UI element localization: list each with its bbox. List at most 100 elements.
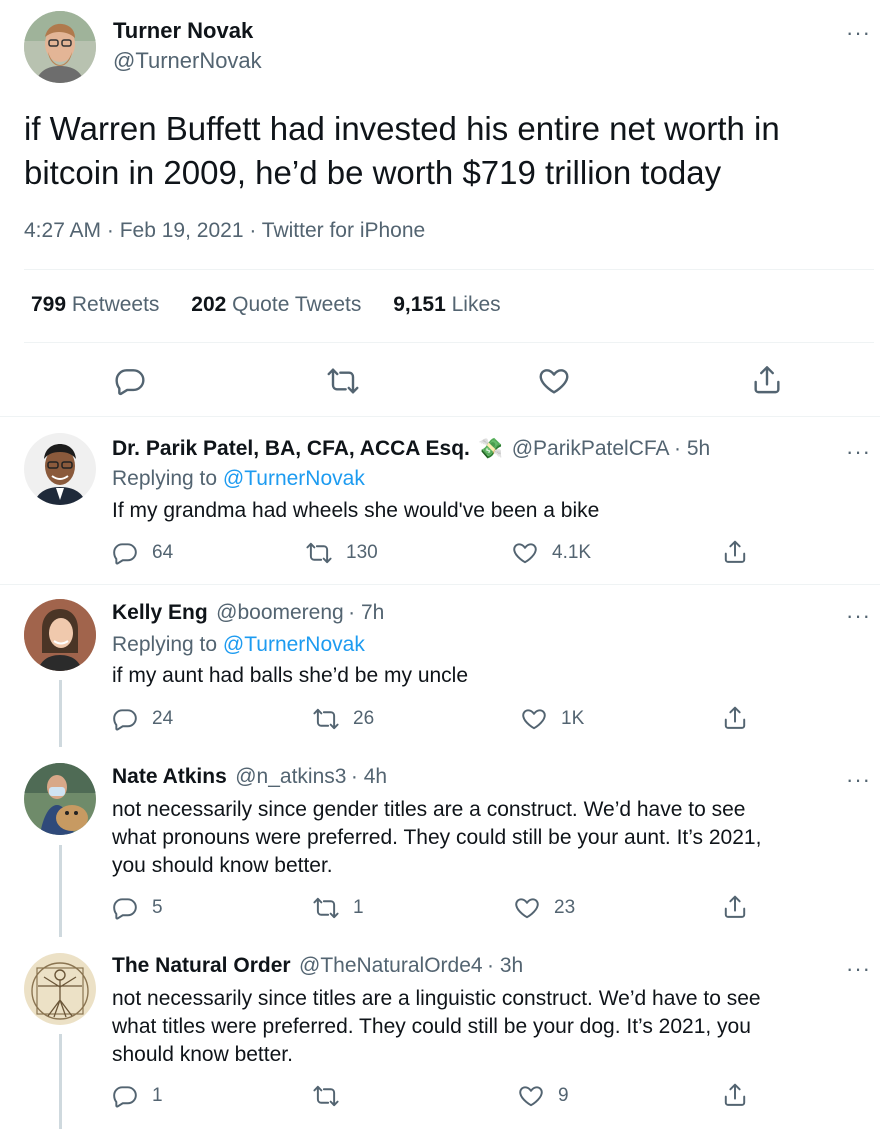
tweet-source[interactable]: Twitter for iPhone — [262, 219, 425, 242]
share-button[interactable] — [722, 539, 748, 565]
retweets-stat[interactable]: 799 Retweets — [31, 293, 159, 316]
like-button[interactable]: 9 — [518, 1083, 569, 1109]
quotes-count: 202 — [191, 293, 227, 316]
reply-button[interactable]: 64 — [112, 540, 173, 566]
author-handle[interactable]: @TurnerNovak — [113, 48, 262, 74]
tweet-text-line: bitcoin in 2009, he’d be worth $719 tril… — [24, 154, 722, 191]
more-options-icon[interactable]: ··· — [846, 958, 871, 980]
thread-line — [59, 1034, 62, 1129]
thread-line — [59, 845, 62, 937]
tweet-time[interactable]: 4:27 AM — [24, 219, 101, 242]
reply-author-name[interactable]: Dr. Parik Patel, BA, CFA, ACCA Esq. — [112, 437, 470, 460]
like-button[interactable]: 23 — [514, 895, 575, 921]
reply-author-name[interactable]: Nate Atkins — [112, 765, 227, 788]
avatar[interactable] — [24, 433, 96, 505]
avatar[interactable] — [24, 11, 96, 83]
reply-button[interactable] — [114, 365, 146, 397]
like-count: 23 — [554, 897, 576, 918]
more-options-icon[interactable]: ··· — [846, 605, 871, 627]
share-button[interactable] — [751, 364, 783, 396]
like-count: 1K — [561, 708, 585, 729]
reply-author-name[interactable]: Kelly Eng — [112, 601, 208, 624]
divider — [24, 269, 874, 270]
thread-line — [59, 680, 62, 747]
reply-icon — [112, 540, 138, 566]
retweet-icon — [306, 540, 332, 566]
reply-author-handle[interactable]: @ParikPatelCFA — [512, 437, 670, 460]
reply-count: 5 — [152, 897, 163, 918]
share-button[interactable] — [722, 705, 748, 731]
retweet-button[interactable]: 130 — [306, 540, 378, 566]
retweet-icon — [313, 706, 339, 732]
like-button[interactable]: 1K — [521, 706, 584, 732]
reply-time[interactable]: · 3h — [487, 954, 523, 977]
reply-button[interactable]: 5 — [112, 895, 163, 921]
retweet-button[interactable] — [313, 1083, 353, 1109]
retweet-button[interactable]: 1 — [313, 895, 364, 921]
reply-icon — [112, 1083, 138, 1109]
likes-stat[interactable]: 9,151 Likes — [393, 293, 500, 316]
retweet-icon — [313, 895, 339, 921]
reply-time[interactable]: · 5h — [674, 437, 710, 460]
like-count: 4.1K — [552, 542, 592, 563]
retweet-button[interactable]: 26 — [313, 706, 374, 732]
replying-to-link[interactable]: @TurnerNovak — [223, 467, 365, 490]
reply-count: 1 — [152, 1085, 163, 1106]
reply-icon — [114, 365, 146, 397]
avatar[interactable] — [24, 953, 96, 1025]
retweets-count: 799 — [31, 293, 67, 316]
like-icon — [514, 895, 540, 921]
reply-author-name[interactable]: The Natural Order — [112, 954, 291, 977]
more-options-icon[interactable]: ··· — [846, 22, 871, 44]
more-options-icon[interactable]: ··· — [846, 441, 871, 463]
money-emoji-icon: 💸 — [478, 438, 504, 460]
likes-label: Likes — [451, 293, 501, 316]
tweet-date[interactable]: Feb 19, 2021 — [120, 219, 244, 242]
share-button[interactable] — [722, 1082, 748, 1108]
reply-count: 64 — [152, 542, 174, 563]
divider — [0, 416, 880, 417]
divider — [0, 584, 880, 585]
tweet-text: if Warren Buffett had invested his entir… — [24, 107, 780, 195]
replying-to-link[interactable]: @TurnerNovak — [223, 633, 365, 656]
replying-to: Replying to @TurnerNovak — [112, 633, 365, 657]
reply-text: not necessarily since titles are a lingu… — [112, 985, 761, 1069]
retweet-count: 26 — [353, 708, 375, 729]
replying-label: Replying to — [112, 467, 218, 490]
reply-time[interactable]: · 7h — [348, 601, 384, 624]
reply-author-handle[interactable]: @boomereng — [216, 601, 344, 624]
author-name[interactable]: Turner Novak — [113, 18, 253, 44]
like-count: 9 — [558, 1085, 569, 1106]
share-icon — [722, 539, 748, 565]
reply-author-handle[interactable]: @n_atkins3 — [235, 765, 346, 788]
like-icon — [512, 540, 538, 566]
reply-text: not necessarily since gender titles are … — [112, 796, 761, 880]
avatar[interactable] — [24, 599, 96, 671]
share-icon — [722, 894, 748, 920]
reply-header: The Natural Order @TheNaturalOrde4 · 3h — [112, 954, 523, 978]
tweet-stats: 799 Retweets 202 Quote Tweets 9,151 Like… — [31, 293, 501, 317]
quotes-stat[interactable]: 202 Quote Tweets — [191, 293, 361, 316]
like-icon — [538, 365, 570, 397]
reply-time[interactable]: · 4h — [351, 765, 387, 788]
share-icon — [751, 364, 783, 396]
reply-header: Dr. Parik Patel, BA, CFA, ACCA Esq. 💸 @P… — [112, 436, 710, 461]
share-button[interactable] — [722, 894, 748, 920]
avatar[interactable] — [24, 763, 96, 835]
like-button[interactable] — [538, 365, 570, 397]
reply-text-line: not necessarily since gender titles are … — [112, 798, 746, 821]
more-options-icon[interactable]: ··· — [846, 769, 871, 791]
reply-button[interactable]: 24 — [112, 706, 173, 732]
retweet-button[interactable] — [327, 365, 359, 397]
reply-button[interactable]: 1 — [112, 1083, 163, 1109]
reply-icon — [112, 706, 138, 732]
separator: · — [243, 219, 262, 242]
reply-text-line: what titles were preferred. They could s… — [112, 1015, 751, 1038]
retweet-icon — [327, 365, 359, 397]
retweets-label: Retweets — [71, 293, 160, 316]
reply-text-line: what pronouns were preferred. They could… — [112, 826, 762, 849]
reply-author-handle[interactable]: @TheNaturalOrde4 — [299, 954, 483, 977]
tweet-meta: 4:27 AM · Feb 19, 2021 · Twitter for iPh… — [24, 219, 425, 243]
divider — [24, 342, 874, 343]
like-button[interactable]: 4.1K — [512, 540, 591, 566]
